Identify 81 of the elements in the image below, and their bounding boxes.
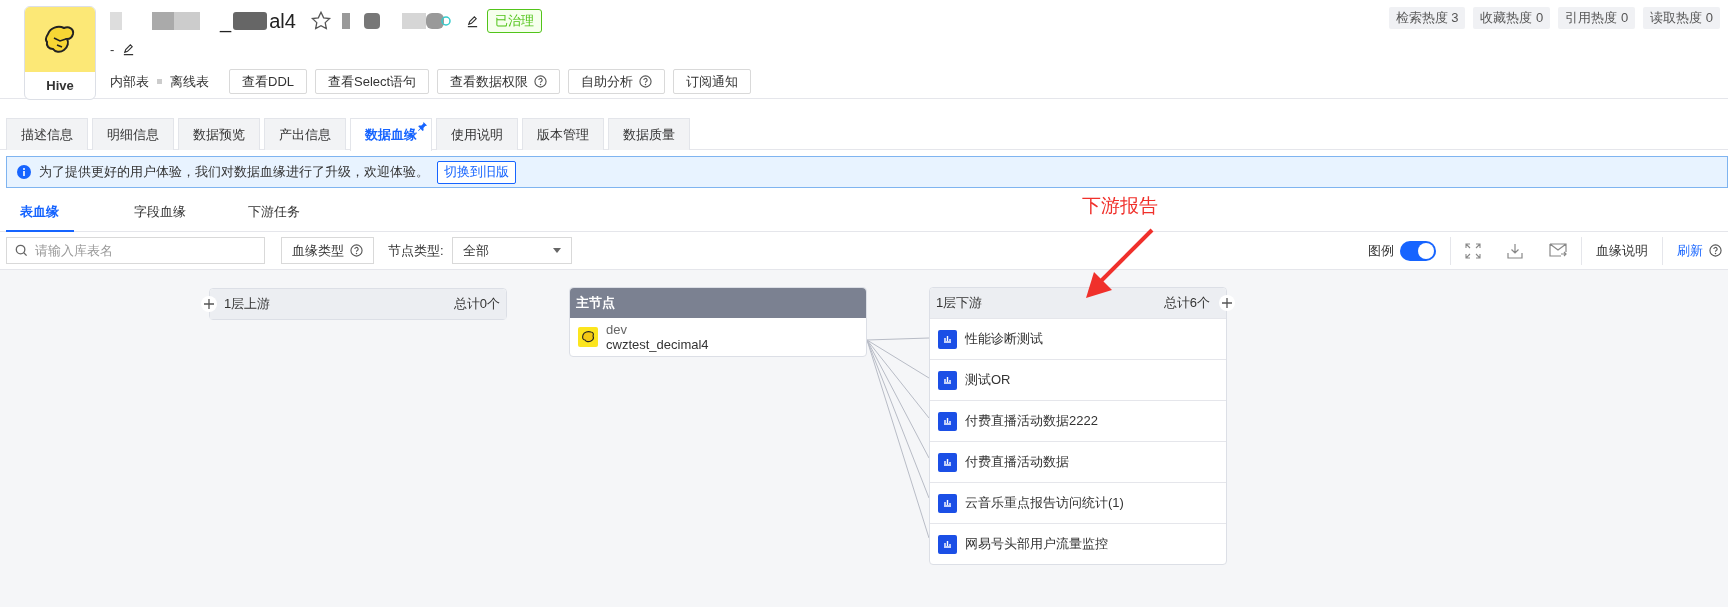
help-icon <box>1709 244 1722 257</box>
tab[interactable]: 数据质量 <box>608 118 690 150</box>
heat-tag: 读取热度 0 <box>1643 7 1720 29</box>
heat-tag: 引用热度 0 <box>1558 7 1636 29</box>
table-tag: 离线表 <box>170 72 209 91</box>
node-total: 总计6个 <box>1163 294 1210 312</box>
lineage-type-button[interactable]: 血缘类型 <box>281 237 374 264</box>
star-icon[interactable] <box>309 10 332 32</box>
report-row[interactable]: 云音乐重点报告访问统计(1) <box>930 482 1226 523</box>
report-name: 付费直播活动数据 <box>965 453 1069 471</box>
report-icon <box>938 329 957 349</box>
redacted-text-drawing <box>231 10 270 32</box>
mail-icon[interactable] <box>1549 243 1567 258</box>
report-icon <box>938 411 957 431</box>
action-button[interactable]: 查看DDL <box>229 69 307 94</box>
node-title: 1层下游 <box>936 294 983 312</box>
report-row[interactable]: 性能诊断测试 <box>930 318 1226 359</box>
report-name: 网易号头部用户流量监控 <box>965 535 1108 553</box>
heat-tag: 检索热度 3 <box>1388 7 1466 29</box>
node-type-select[interactable]: 全部 <box>451 237 572 264</box>
table-tag: 内部表 <box>110 72 149 91</box>
sub-tab[interactable]: 表血缘 <box>6 194 74 232</box>
node-total: 总计0个 <box>453 295 500 313</box>
pin-icon <box>417 121 428 132</box>
hive-icon <box>578 327 598 347</box>
expand-button[interactable] <box>1219 295 1235 311</box>
status-badge: 已治理 <box>486 9 542 33</box>
type-label: Hive <box>45 77 75 95</box>
table-name: cwztest_decimal4 <box>606 337 709 352</box>
tab[interactable]: 描述信息 <box>6 118 88 150</box>
tab[interactable]: 数据血缘 <box>350 118 432 151</box>
edit-icon[interactable] <box>122 42 136 56</box>
action-button[interactable]: 订阅通知 <box>673 69 752 94</box>
node-title: 1层上游 <box>224 295 271 313</box>
report-icon <box>938 534 957 554</box>
sub-tab[interactable]: 字段血缘 <box>120 194 234 232</box>
download-icon[interactable] <box>1507 242 1523 259</box>
tab[interactable]: 数据预览 <box>178 118 260 150</box>
annotation-arrow <box>1086 228 1154 298</box>
report-row[interactable]: 测试OR <box>930 359 1226 400</box>
search-field[interactable]: 请输入库表名 <box>6 237 265 264</box>
report-row[interactable]: 网易号头部用户流量监控 <box>930 523 1226 564</box>
tab[interactable]: 使用说明 <box>436 118 518 150</box>
report-name: 测试OR <box>965 371 1011 389</box>
info-icon <box>17 165 31 179</box>
description-text: - <box>110 41 115 57</box>
title-text: _ <box>220 9 232 33</box>
report-name: 云音乐重点报告访问统计(1) <box>965 494 1124 512</box>
report-icon <box>938 370 957 390</box>
caret-icon <box>552 248 561 253</box>
banner-message: 为了提供更好的用户体验，我们对数据血缘进行了升级，欢迎体验。 <box>39 163 429 181</box>
lineage-help-link[interactable]: 血缘说明 <box>1596 241 1648 260</box>
help-icon <box>639 75 653 88</box>
title-text: al4 <box>269 9 296 33</box>
report-icon <box>938 493 957 513</box>
report-icon <box>938 452 957 472</box>
node-type-label: 节点类型: <box>388 241 444 260</box>
legend-label: 图例 <box>1368 241 1394 260</box>
heat-tag: 收藏热度 0 <box>1473 7 1551 29</box>
tab[interactable]: 明细信息 <box>92 118 174 150</box>
tab[interactable]: 产出信息 <box>264 118 346 150</box>
action-button[interactable]: 查看Select语句 <box>315 69 430 94</box>
sub-tab[interactable]: 下游任务 <box>234 194 348 232</box>
legend-toggle[interactable] <box>1400 240 1436 261</box>
annotation-text: 下游报告 <box>1082 194 1158 218</box>
switch-version-button[interactable]: 切换到旧版 <box>437 160 516 184</box>
action-button[interactable]: 自助分析 <box>568 69 666 94</box>
expand-button[interactable] <box>201 296 217 312</box>
help-icon <box>350 244 363 257</box>
edit-icon[interactable] <box>465 14 479 28</box>
report-row[interactable]: 付费直播活动数据 <box>930 441 1226 482</box>
fullscreen-icon[interactable] <box>1465 242 1481 259</box>
report-name: 付费直播活动数据2222 <box>965 412 1098 430</box>
help-icon <box>534 75 548 88</box>
tab[interactable]: 版本管理 <box>522 118 604 150</box>
report-row[interactable]: 付费直播活动数据2222 <box>930 400 1226 441</box>
report-name: 性能诊断测试 <box>965 330 1043 348</box>
database-name: dev <box>606 322 628 337</box>
action-button[interactable]: 查看数据权限 <box>437 69 561 94</box>
node-title: 主节点 <box>576 294 615 312</box>
refresh-link[interactable]: 刷新 <box>1677 241 1703 260</box>
